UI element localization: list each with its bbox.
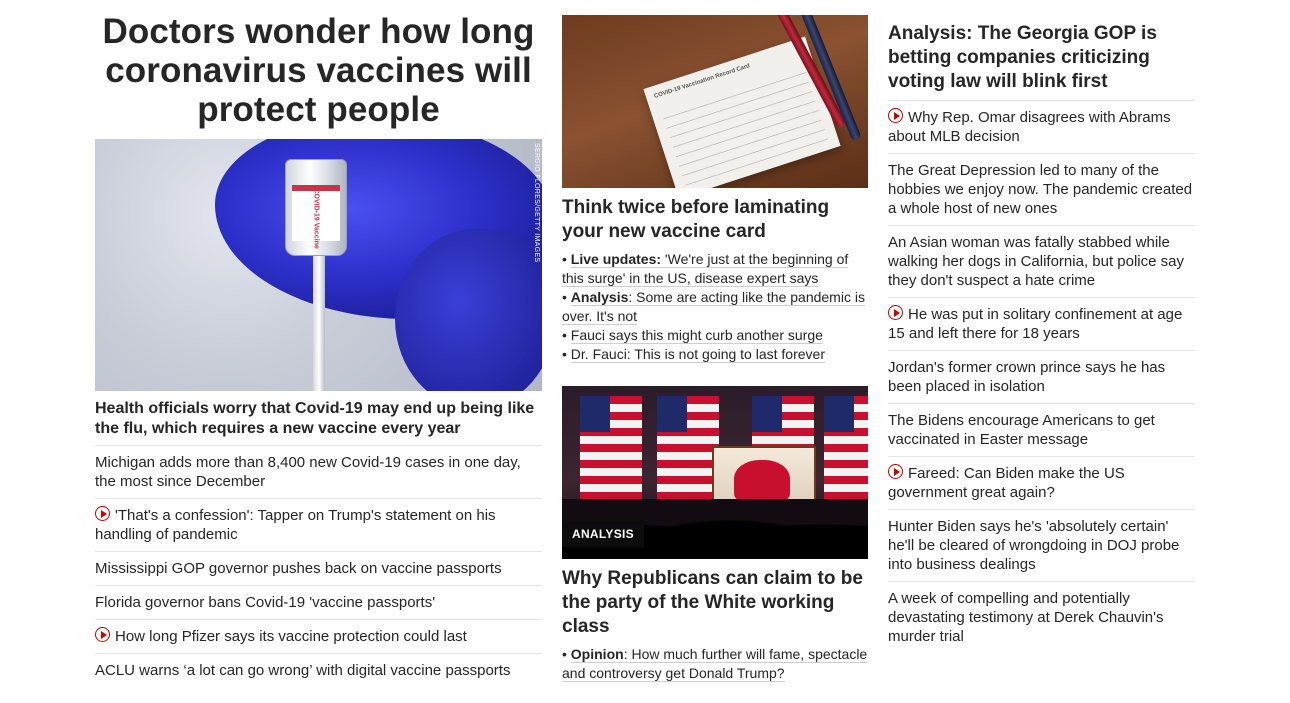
vial-label-text: COVID-19 Vaccine [312,188,320,249]
list-item-link[interactable]: The Great Depression led to many of the … [888,162,1192,217]
related-link-text: Dr. Fauci: This is not going to last for… [570,346,825,362]
headline-list: Why Rep. Omar disagrees with Abrams abou… [888,100,1195,653]
list-item[interactable]: ACLU warns ‘a lot can go wrong’ with dig… [95,653,542,687]
list-item-link[interactable]: 'That's a confession': Tapper on Trump's… [95,507,496,543]
related-link-item[interactable]: • Dr. Fauci: This is not going to last f… [562,345,868,364]
headline-list: Michigan adds more than 8,400 new Covid-… [95,445,542,687]
list-item[interactable]: An Asian woman was fatally stabbed while… [888,225,1195,297]
play-video-icon [95,627,110,642]
flag-shape [580,396,642,506]
list-item-link[interactable]: A week of compelling and potentially dev… [888,590,1164,645]
vial-label: COVID-19 Vaccine [292,185,340,249]
vaccine-card-headline[interactable]: Think twice before laminating your new v… [562,196,868,244]
list-item-link[interactable]: How long Pfizer says its vaccine protect… [115,628,467,645]
related-link-label: Analysis [570,289,629,305]
related-link-item[interactable]: • Analysis: Some are acting like the pan… [562,288,868,326]
gop-event-image[interactable]: ANALYSIS [562,386,868,559]
list-item[interactable]: 'That's a confession': Tapper on Trump's… [95,498,542,551]
list-item[interactable]: Mississippi GOP governor pushes back on … [95,551,542,585]
list-item-link[interactable]: Why Rep. Omar disagrees with Abrams abou… [888,109,1171,145]
list-item[interactable]: Fareed: Can Biden make the US government… [888,456,1195,509]
main-headline-link[interactable]: Doctors wonder how long coronavirus vacc… [95,12,542,129]
related-link-item[interactable]: • Fauci says this might curb another sur… [562,326,868,345]
vaccine-card-image[interactable]: COVID-19 Vaccination Record Card [562,15,868,188]
gop-elephant-logo [734,460,790,502]
list-item[interactable]: He was put in solitary confinement at ag… [888,297,1195,350]
list-item-link[interactable]: Fareed: Can Biden make the US government… [888,465,1125,501]
list-item[interactable]: A week of compelling and potentially dev… [888,581,1195,653]
republicans-headline[interactable]: Why Republicans can claim to be the part… [562,567,868,639]
right-column: Analysis: The Georgia GOP is betting com… [888,22,1195,653]
lead-story-link[interactable]: Health officials worry that Covid-19 may… [95,399,542,439]
top-story-column: Doctors wonder how long coronavirus vacc… [95,12,542,687]
list-item-link[interactable]: Florida governor bans Covid-19 'vaccine … [95,594,435,611]
list-item[interactable]: Hunter Biden says he's 'absolutely certa… [888,509,1195,581]
play-video-icon [888,464,903,479]
related-link-label: Opinion [570,646,624,662]
related-link-label: Live updates: [570,251,662,267]
list-item[interactable]: How long Pfizer says its vaccine protect… [95,619,542,653]
list-item-link[interactable]: An Asian woman was fatally stabbed while… [888,234,1184,289]
list-item[interactable]: Jordan's former crown prince says he has… [888,350,1195,403]
play-video-icon [888,108,903,123]
list-item-link[interactable]: The Bidens encourage Americans to get va… [888,412,1155,448]
related-link[interactable]: Fauci says this might curb another surge [570,327,823,344]
related-link-text: Fauci says this might curb another surge [570,327,823,343]
list-item[interactable]: Florida governor bans Covid-19 'vaccine … [95,585,542,619]
related-links: • Live updates: 'We're just at the begin… [562,250,868,364]
photo-credit: SERGIO FLORES/GETTY IMAGES [533,143,540,263]
related-link[interactable]: Opinion: How much further will fame, spe… [562,646,868,682]
related-link[interactable]: Live updates: 'We're just at the beginni… [562,251,849,287]
related-links: • Opinion: How much further will fame, s… [562,645,868,683]
list-item-link[interactable]: He was put in solitary confinement at ag… [888,306,1182,342]
middle-column: COVID-19 Vaccination Record Card Think t… [562,15,868,683]
vaccine-card-title: COVID-19 Vaccination Record Card [653,63,751,100]
related-link-item[interactable]: • Live updates: 'We're just at the begin… [562,250,868,288]
related-link[interactable]: Dr. Fauci: This is not going to last for… [570,346,825,363]
list-item[interactable]: Michigan adds more than 8,400 new Covid-… [95,445,542,498]
list-item-link[interactable]: Jordan's former crown prince says he has… [888,359,1165,395]
vial-shape: COVID-19 Vaccine [285,159,347,256]
georgia-gop-headline[interactable]: Analysis: The Georgia GOP is betting com… [888,22,1195,94]
syringe-shape [313,249,325,391]
list-item[interactable]: Why Rep. Omar disagrees with Abrams abou… [888,100,1195,153]
main-headline[interactable]: Doctors wonder how long coronavirus vacc… [95,12,542,129]
list-item[interactable]: The Bidens encourage Americans to get va… [888,403,1195,456]
play-video-icon [888,305,903,320]
flag-shape [824,396,868,506]
list-item-link[interactable]: Hunter Biden says he's 'absolutely certa… [888,518,1179,573]
flag-shape [657,396,719,506]
vaccine-vial-image[interactable]: COVID-19 Vaccine SERGIO FLORES/GETTY IMA… [95,139,542,391]
related-link-item[interactable]: • Opinion: How much further will fame, s… [562,645,868,683]
list-item[interactable]: The Great Depression led to many of the … [888,153,1195,225]
play-video-icon [95,506,110,521]
analysis-tag: ANALYSIS [562,521,644,547]
related-link[interactable]: Analysis: Some are acting like the pande… [562,289,865,325]
list-item-link[interactable]: ACLU warns ‘a lot can go wrong’ with dig… [95,662,510,679]
list-item-link[interactable]: Michigan adds more than 8,400 new Covid-… [95,454,521,490]
list-item-link[interactable]: Mississippi GOP governor pushes back on … [95,560,502,577]
